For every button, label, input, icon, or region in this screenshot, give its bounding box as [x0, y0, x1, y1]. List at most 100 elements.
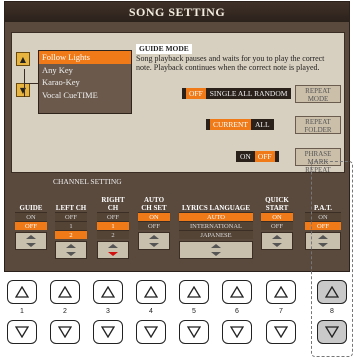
triangle-up-icon — [144, 286, 158, 298]
up-button-4[interactable] — [136, 280, 166, 304]
down-button-6[interactable] — [222, 320, 252, 344]
column-value[interactable]: OFF — [138, 221, 170, 230]
repeat-others[interactable]: SINGLE ALL RANDOM — [210, 88, 288, 99]
guide-mode-list[interactable]: Follow Lights Any Key Karao-Key Vocal Cu… — [38, 50, 132, 114]
column-heading: RIGHT CH — [101, 196, 125, 212]
down-button-7[interactable] — [266, 320, 296, 344]
mode-down-button[interactable]: ▼ — [16, 83, 30, 97]
triangle-down-icon — [15, 326, 29, 338]
tree-stem — [24, 83, 38, 84]
phrase-off[interactable]: OFF — [254, 151, 275, 162]
button-number: 2 — [63, 308, 67, 315]
column-value[interactable]: 2 — [55, 230, 87, 239]
value-stepper[interactable] — [55, 241, 87, 259]
column-heading: GUIDE — [19, 204, 43, 212]
setting-column[interactable]: LYRICS LANGUAGE AUTO INTERNATIONAL JAPANESE — [179, 186, 253, 259]
up-button-5[interactable] — [179, 280, 209, 304]
triangle-up-icon — [272, 235, 282, 239]
phrase-on[interactable]: ON — [240, 151, 251, 162]
column-heading: LYRICS LANGUAGE — [181, 204, 250, 212]
triangle-down-icon — [101, 326, 115, 338]
repeat-folder-button[interactable]: REPEAT FOLDER — [295, 116, 341, 134]
window-title: SONG SETTING — [5, 2, 349, 22]
triangle-up-icon — [274, 286, 288, 298]
triangle-down-icon — [108, 252, 118, 256]
column-value[interactable]: OFF — [55, 212, 87, 221]
column-value[interactable]: ON — [138, 212, 170, 221]
button-number: 4 — [149, 308, 153, 315]
column-heading: LEFT CH — [55, 204, 87, 212]
triangle-down-icon — [26, 243, 36, 247]
guide-mode-title: GUIDE MODE — [136, 44, 192, 54]
button-number: 6 — [235, 308, 239, 315]
triangle-up-icon — [187, 286, 201, 298]
up-button-3[interactable] — [93, 280, 123, 304]
value-stepper[interactable] — [261, 232, 293, 250]
column-value[interactable]: OFF — [261, 221, 293, 230]
triangle-up-icon — [325, 286, 339, 298]
setting-column[interactable]: RIGHT CH OFF 1 2 — [97, 186, 129, 259]
up-button-1[interactable] — [7, 280, 37, 304]
button-number: 3 — [106, 308, 110, 315]
repeat-off[interactable]: OFF — [186, 88, 206, 99]
column-value[interactable]: INTERNATIONAL — [179, 221, 253, 230]
column-value[interactable]: AUTO — [179, 212, 253, 221]
channel-setting-label: CHANNEL SETTING — [53, 177, 122, 186]
column-value[interactable]: OFF — [15, 221, 47, 230]
value-stepper[interactable] — [179, 241, 253, 259]
repeat-mode-button[interactable]: REPEAT MODE — [295, 85, 341, 103]
up-button-8[interactable] — [317, 280, 347, 304]
triangle-down-icon — [187, 326, 201, 338]
column-value[interactable]: ON — [15, 212, 47, 221]
setting-column[interactable]: AUTO CH SET ON OFF — [138, 186, 170, 250]
mode-item[interactable]: Vocal CueTIME — [39, 89, 131, 102]
folder-all[interactable]: ALL — [255, 119, 270, 130]
triangle-down-icon — [66, 252, 76, 256]
down-button-8[interactable] — [317, 320, 347, 344]
column-value[interactable]: 1 — [55, 221, 87, 230]
column-heading: QUICK START — [265, 196, 289, 212]
guide-description: Song playback pauses and waits for you t… — [136, 54, 325, 72]
up-button-6[interactable] — [222, 280, 252, 304]
column-value[interactable]: OFF — [97, 212, 129, 221]
setting-column[interactable]: LEFT CH OFF 1 2 — [55, 186, 87, 259]
triangle-up-icon — [15, 286, 29, 298]
down-button-3[interactable] — [93, 320, 123, 344]
value-stepper[interactable] — [15, 232, 47, 250]
triangle-up-icon — [26, 235, 36, 239]
column-heading: AUTO CH SET — [141, 196, 167, 212]
setting-column[interactable]: GUIDE ON OFF — [15, 186, 47, 250]
triangle-up-icon: ▲ — [19, 54, 27, 64]
value-stepper[interactable] — [97, 241, 129, 259]
value-stepper[interactable] — [138, 232, 170, 250]
up-button-7[interactable] — [266, 280, 296, 304]
column-value[interactable]: 1 — [97, 221, 129, 230]
setting-column[interactable]: QUICK START ON OFF — [261, 186, 293, 250]
column-value[interactable]: JAPANESE — [179, 230, 253, 239]
down-button-4[interactable] — [136, 320, 166, 344]
triangle-up-icon — [230, 286, 244, 298]
up-button-2[interactable] — [50, 280, 80, 304]
folder-current[interactable]: CURRENT — [210, 119, 252, 130]
down-button-5[interactable] — [179, 320, 209, 344]
triangle-down-icon — [272, 243, 282, 247]
button-number: 1 — [20, 308, 24, 315]
repeat-options[interactable]: OFF SINGLE ALL RANDOM — [182, 88, 292, 99]
lcd-screen: SONG SETTING ▲ ▼ Follow Lights Any Key K… — [4, 1, 350, 272]
column-value[interactable]: 2 — [97, 230, 129, 239]
button-number: 8 — [330, 308, 334, 315]
phrase-options[interactable]: ON OFF — [236, 151, 279, 162]
folder-options[interactable]: CURRENT ALL — [206, 119, 274, 130]
mode-item[interactable]: Karao-Key — [39, 76, 131, 89]
down-button-1[interactable] — [7, 320, 37, 344]
mode-item[interactable]: Follow Lights — [39, 51, 131, 64]
triangle-up-icon — [101, 286, 115, 298]
mode-item[interactable]: Any Key — [39, 64, 131, 77]
triangle-up-icon — [58, 286, 72, 298]
triangle-down-icon — [211, 252, 221, 256]
guide-panel: ▲ ▼ Follow Lights Any Key Karao-Key Voca… — [11, 32, 345, 174]
column-value[interactable]: ON — [261, 212, 293, 221]
mode-up-button[interactable]: ▲ — [16, 52, 30, 66]
button-number: 7 — [279, 308, 283, 315]
down-button-2[interactable] — [50, 320, 80, 344]
